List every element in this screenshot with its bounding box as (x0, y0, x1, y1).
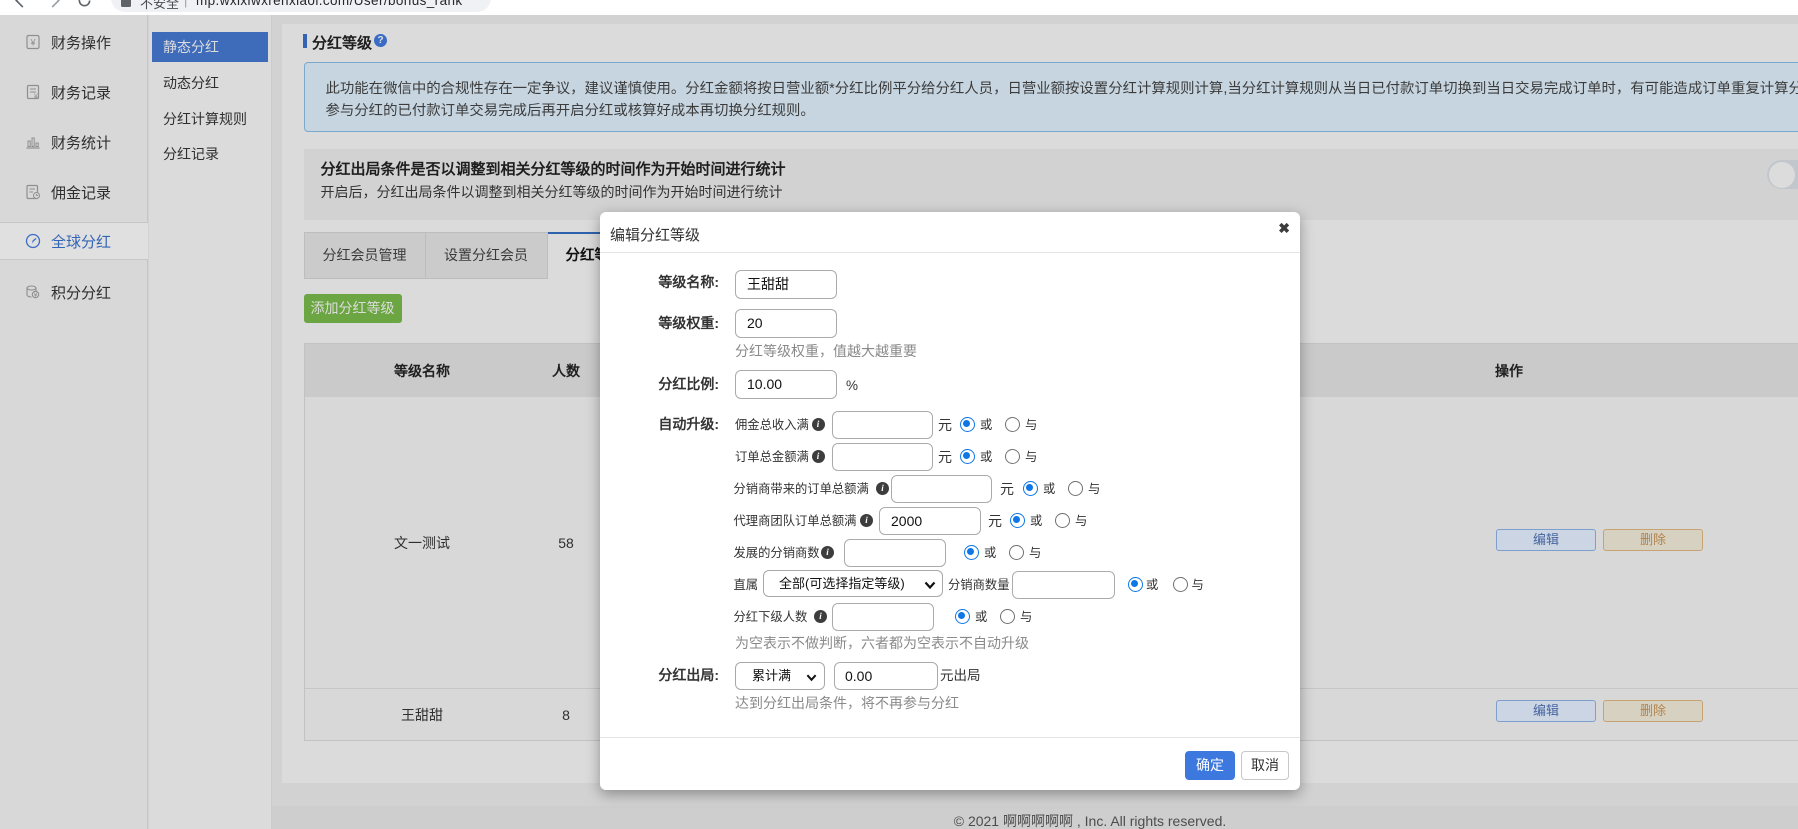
svg-text:¥: ¥ (34, 94, 38, 101)
svg-text:¥: ¥ (34, 292, 38, 299)
svg-text:¥: ¥ (29, 38, 36, 48)
